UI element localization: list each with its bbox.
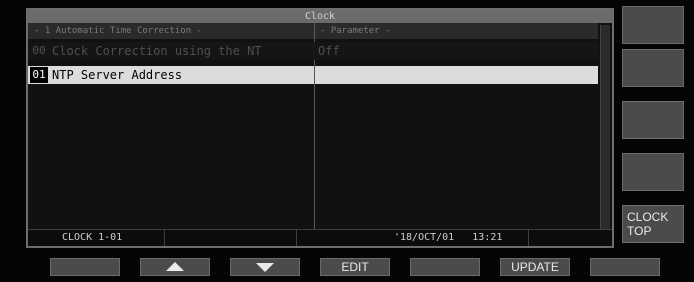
clock-menu-panel: Clock - 1 Automatic Time Correction - - … [26,8,614,248]
status-divider [528,230,529,246]
status-divider [164,230,165,246]
side-button-3[interactable] [622,101,684,139]
scroll-up-button[interactable] [140,258,210,276]
function-key-7[interactable] [590,258,660,276]
side-button-2[interactable] [622,49,684,87]
screen-title: Clock [28,10,612,23]
time-text: 13:21 [472,232,503,243]
cell-divider [314,66,315,84]
status-divider [296,230,297,246]
menu-item-value: Off [318,44,340,58]
menu-item-label: NTP Server Address [52,68,183,82]
update-button[interactable]: UPDATE [500,258,570,276]
menu-item-label: Clock Correction using the NT [52,44,262,58]
menu-row-clock-correction[interactable]: 00 Clock Correction using the NT Off [28,42,598,60]
edit-button[interactable]: EDIT [320,258,390,276]
clock-top-button[interactable]: CLOCK TOP [622,205,684,243]
date-text: '18/OCT/01 [394,232,455,243]
function-key-5[interactable] [410,258,480,276]
arrow-up-icon [166,262,184,271]
menu-group-header: - 1 Automatic Time Correction - [34,26,202,36]
scroll-down-button[interactable] [230,258,300,276]
scrollbar[interactable] [600,25,610,234]
date-time-display: '18/OCT/01 13:21 [394,230,502,246]
arrow-down-icon [256,263,274,272]
side-button-4[interactable] [622,153,684,191]
table-header: - 1 Automatic Time Correction - - Parame… [28,23,598,39]
status-bar: CLOCK 1-01 '18/OCT/01 13:21 [28,229,612,246]
menu-item-number: 00 [32,44,46,57]
menu-row-ntp-server-address[interactable]: 01 NTP Server Address [28,66,598,84]
menu-item-number: 01 [30,67,48,83]
page-indicator: CLOCK 1-01 [62,232,123,243]
function-key-1[interactable] [50,258,120,276]
parameter-header: - Parameter - [320,26,391,36]
side-button-1[interactable] [622,6,684,44]
